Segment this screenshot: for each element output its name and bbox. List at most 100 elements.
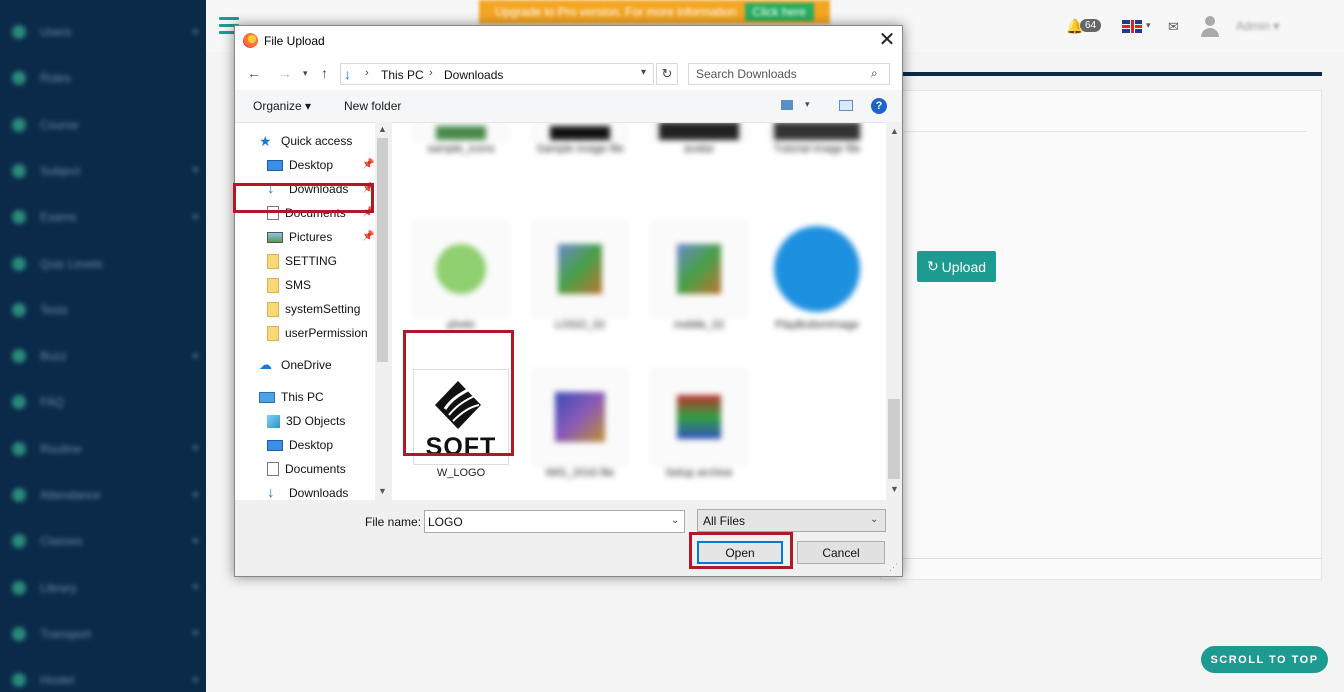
scrollbar-thumb[interactable] [377,138,388,362]
file-type-select[interactable]: All Files ⌄ [697,509,886,532]
view-chevron-down-icon[interactable]: ▾ [805,99,810,110]
up-arrow-icon[interactable]: ↑ [321,65,328,81]
cancel-button[interactable]: Cancel [797,541,885,564]
nav-tree-item[interactable]: SMS [267,274,311,296]
mail-icon[interactable]: ✉ [1168,19,1179,35]
close-icon[interactable]: ✕ [875,29,899,53]
avatar[interactable] [1200,16,1220,38]
upload-button[interactable]: ↻ Upload [917,251,996,282]
file-item[interactable]: IMG_2016 file [530,369,630,480]
sidebar-item[interactable]: Roles [12,68,198,88]
nav-tree-item[interactable]: Documents [267,458,346,480]
new-folder-button[interactable]: New folder [344,99,401,113]
breadcrumb-this-pc[interactable]: This PC [381,68,424,82]
language-chevron-down-icon[interactable]: ▾ [1146,20,1151,31]
file-item[interactable]: Sample image file [530,123,630,156]
nav-tree-item[interactable]: ★ Quick access [259,130,352,152]
upload-button-label: Upload [941,258,987,275]
sidebar-item-icon [12,395,26,410]
pin-icon[interactable]: 📌 [362,207,374,218]
file-name-input[interactable] [424,510,685,533]
file-item-selected[interactable]: SOFT W_LOGO [411,369,511,480]
help-icon[interactable]: ? [871,98,887,114]
scroll-down-icon[interactable]: ▼ [890,484,899,494]
nav-tree-item[interactable]: This PC [259,386,324,408]
nav-tree-item[interactable]: Desktop [267,154,333,176]
resize-grip-icon[interactable]: ⋰ [889,562,898,573]
sidebar-item[interactable]: FAQ [12,392,198,412]
sidebar-item-icon [12,25,26,39]
address-dropdown-icon[interactable]: ▾ [641,67,646,78]
chevron-down-icon: ⌄ [870,514,879,525]
nav-tree-item[interactable]: SETTING [267,250,337,272]
scroll-down-icon[interactable]: ▼ [378,486,387,496]
sidebar-item[interactable]: Quiz Levels [12,254,198,274]
user-name: Admin [1236,19,1271,33]
sidebar-item[interactable]: Exams ▾ [12,207,198,227]
downloads-icon: ↓ [267,484,275,500]
file-name-dropdown-icon[interactable]: ⌄ [671,515,679,526]
nav-tree-label: Downloads [289,486,349,500]
pin-icon[interactable]: 📌 [362,183,374,194]
organize-menu[interactable]: Organize ▾ [253,99,311,113]
file-name: IMG_2016 file [545,467,615,479]
nav-tree-item[interactable]: Documents [267,202,346,224]
file-list-scrollbar[interactable]: ▲ ▼ [886,122,902,500]
file-item[interactable]: avatar [649,123,749,156]
chevron-down-icon: ▾ [192,211,198,223]
sidebar-item[interactable]: Users ▾ [12,22,198,42]
pin-icon[interactable]: 📌 [362,159,374,170]
file-item[interactable]: PlayButtonImage [767,221,867,332]
file-item[interactable]: Tutorial image file [767,123,867,156]
scrollbar-thumb[interactable] [888,399,900,479]
address-bar[interactable]: ↓ › This PC › Downloads ▾ [340,63,654,85]
nav-tree-item[interactable]: Desktop [267,434,333,456]
file-item[interactable]: Setup archive [649,369,749,480]
preview-pane-icon[interactable] [839,100,853,111]
refresh-icon[interactable]: ↻ [656,63,678,85]
sidebar-item[interactable]: Tests [12,300,198,320]
search-input[interactable] [688,63,890,85]
view-options-icon[interactable] [781,100,793,110]
sidebar-item[interactable]: Library ▾ [12,578,198,598]
sidebar-item[interactable]: Classes ▾ [12,531,198,551]
file-name: Setup archive [665,467,733,479]
file-name: sample_icons [427,143,495,155]
scroll-up-icon[interactable]: ▲ [890,126,899,136]
navigation-pane-scrollbar[interactable]: ▲ ▼ [375,122,390,500]
sidebar-item[interactable]: Attendance ▾ [12,485,198,505]
nav-tree-item[interactable]: userPermission [267,322,368,344]
sidebar-item[interactable]: Buzz ▾ [12,346,198,366]
sidebar-item[interactable]: Course [12,115,198,135]
file-item[interactable]: photo [411,221,511,332]
pin-icon[interactable]: 📌 [362,231,374,242]
scroll-to-top-button[interactable]: SCROLL TO TOP [1201,646,1328,673]
sidebar-item[interactable]: Routine ▾ [12,439,198,459]
nav-tree-label: Quick access [281,134,353,148]
breadcrumb-separator-icon[interactable]: › [365,67,369,79]
file-item[interactable]: LOGO_02 [530,221,630,332]
sidebar-item[interactable]: Hostel ▾ [12,670,198,690]
file-thumbnail [532,123,628,141]
forward-arrow-icon[interactable]: → [278,65,292,81]
nav-tree-item[interactable]: systemSetting [267,298,360,320]
uk-flag-icon[interactable] [1122,20,1142,33]
nav-tree-item[interactable]: ↓ Downloads [267,482,348,500]
nav-tree-item[interactable]: Pictures [267,226,332,248]
nav-tree-item[interactable]: 3D Objects [267,410,345,432]
downloads-icon: ↓ [267,180,275,197]
sidebar-item[interactable]: Subject ▾ [12,161,198,181]
upgrade-banner-button[interactable]: Click here [744,3,814,21]
nav-tree-item[interactable]: ☁ OneDrive [259,354,332,376]
breadcrumb-downloads[interactable]: Downloads [444,68,503,82]
back-arrow-icon[interactable]: ← [247,65,261,81]
file-item[interactable]: mobile_02 [649,221,749,332]
scroll-up-icon[interactable]: ▲ [378,124,387,134]
open-button[interactable]: Open [697,541,783,564]
user-menu[interactable]: Admin ▾ [1236,19,1279,33]
file-item[interactable]: sample_icons [411,123,511,156]
recent-locations-chevron-icon[interactable]: ▾ [303,68,308,79]
breadcrumb-separator-icon[interactable]: › [429,67,433,79]
sidebar-item[interactable]: Transport ▾ [12,624,198,644]
nav-tree-item[interactable]: ↓ Downloads [267,178,348,200]
